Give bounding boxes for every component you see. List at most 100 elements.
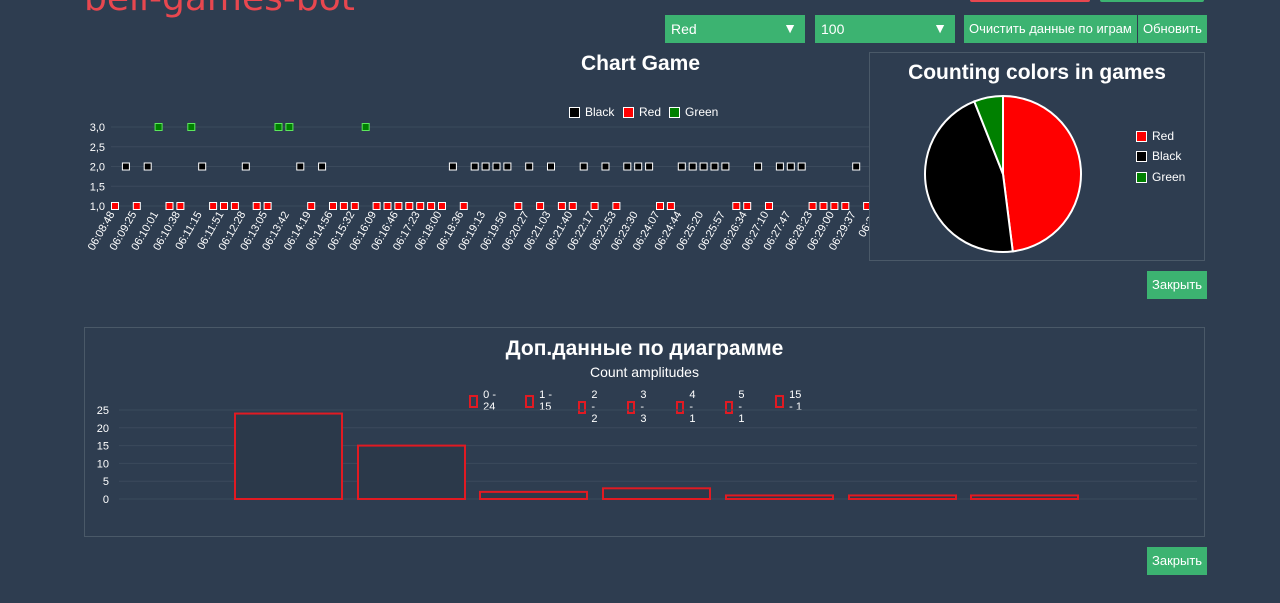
scatter-point [601, 162, 610, 171]
close-button[interactable]: Закрыть [1147, 271, 1208, 299]
scatter-y-tick: 1,5 [90, 181, 105, 193]
app-title: bell-games-bot [84, 0, 355, 19]
scatter-point [176, 202, 185, 210]
bar-chart: 0 5 10 15 20 25 [97, 406, 1197, 506]
scatter-point [481, 162, 490, 171]
bar-chart-title: Доп.данные по диаграмме [505, 337, 784, 360]
pie-chart-title: Counting colors in games [908, 61, 1166, 84]
scatter-point [372, 202, 381, 210]
count-select[interactable]: 100 ▼ [815, 15, 955, 43]
scatter-point [339, 202, 348, 210]
pie-legend-black-swatch [1136, 150, 1147, 162]
scatter-y-tick: 2,5 [90, 142, 105, 154]
scatter-point [416, 202, 425, 210]
scatter-point [732, 202, 741, 210]
pie-legend-black-label: Black [1152, 149, 1182, 163]
scatter-point [590, 202, 599, 210]
scatter-point [754, 162, 763, 171]
scatter-point [318, 162, 327, 171]
pie-chart [924, 94, 1082, 253]
scatter-point [154, 123, 163, 131]
scatter-point [492, 162, 501, 171]
scatter-point [165, 202, 174, 210]
scatter-point [503, 162, 512, 171]
bar [479, 490, 588, 500]
scatter-point [525, 162, 534, 171]
scatter-y-tick: 1,0 [90, 201, 105, 213]
scatter-point [329, 202, 337, 210]
bar-y-tick: 10 [97, 458, 109, 470]
clear-games-button[interactable]: Очистить данные по играм [964, 15, 1137, 43]
color-select[interactable]: Red ▼ [665, 15, 805, 43]
scatter-point [656, 202, 664, 210]
scatter-point [263, 202, 272, 210]
scatter-point [536, 202, 545, 210]
scatter-point [808, 202, 817, 210]
scatter-point [220, 202, 228, 210]
scatter-point [198, 162, 207, 171]
bar-panel: Доп.данные по диаграмме Count amplitudes… [84, 327, 1205, 537]
scatter-point [252, 202, 261, 210]
pie-legend-green-label: Green [1152, 170, 1186, 184]
scatter-point [274, 123, 283, 131]
top-red-button[interactable] [970, 0, 1090, 2]
scatter-point [350, 202, 359, 210]
scatter-point [514, 202, 523, 210]
scatter-point [187, 123, 196, 131]
scatter-point [209, 202, 218, 210]
pie-legend-red-swatch [1136, 130, 1147, 142]
refresh-button[interactable]: Обновить [1138, 15, 1207, 43]
scatter-point [427, 202, 436, 210]
scatter-point [230, 202, 239, 210]
scatter-point [285, 123, 294, 131]
scatter-point [710, 162, 719, 171]
bar-chart-subtitle: Count amplitudes [590, 364, 699, 380]
scatter-point [852, 162, 861, 171]
bar [725, 494, 834, 501]
bar [848, 494, 957, 501]
scatter-point [765, 202, 773, 210]
scatter-point [307, 202, 316, 210]
scatter-point [132, 202, 141, 210]
scatter-point [143, 162, 152, 171]
bar-y-tick: 0 [103, 494, 109, 506]
pie-legend-green: Green [1136, 170, 1185, 184]
scatter-point [568, 202, 577, 210]
scatter-point [830, 202, 839, 210]
scatter-y-tick: 2,0 [90, 162, 105, 174]
scatter-point [394, 202, 403, 210]
scatter-point [775, 162, 784, 171]
scatter-point [743, 202, 752, 210]
scatter-point [623, 162, 632, 171]
bar [234, 412, 343, 501]
scatter-point [819, 202, 828, 210]
pie-legend-green-swatch [1136, 171, 1147, 183]
scatter-point [121, 162, 130, 171]
bar-y-tick: 5 [103, 476, 109, 488]
top-green-button[interactable] [1100, 0, 1204, 2]
scatter-point [645, 162, 654, 171]
color-select-value: Red [671, 21, 697, 37]
scatter-point [786, 162, 795, 171]
scatter-point [296, 162, 305, 171]
bar-y-tick: 15 [97, 441, 109, 453]
scatter-point [361, 123, 370, 131]
chevron-down-icon: ▼ [783, 20, 797, 36]
scatter-point [438, 202, 446, 210]
scatter-point [448, 162, 457, 171]
pie-legend-red: Red [1136, 129, 1174, 143]
scatter-point [241, 162, 250, 171]
scatter-point [612, 202, 621, 210]
scatter-point [459, 202, 468, 210]
scatter-chart: 1,01,52,02,53,006:08:4806:09:2506:10:010… [86, 122, 870, 253]
scatter-point [699, 162, 708, 171]
scatter-chart-title: Chart Game [581, 52, 701, 75]
bar [602, 487, 711, 500]
bar-y-tick: 25 [97, 406, 109, 417]
pie-slice-red [1002, 94, 1082, 253]
scatter-point [383, 202, 392, 210]
scatter-y-tick: 3,0 [90, 122, 105, 134]
close-button[interactable]: Закрыть [1147, 547, 1208, 575]
pie-legend-red-label: Red [1152, 129, 1175, 143]
count-select-value: 100 [821, 21, 845, 37]
